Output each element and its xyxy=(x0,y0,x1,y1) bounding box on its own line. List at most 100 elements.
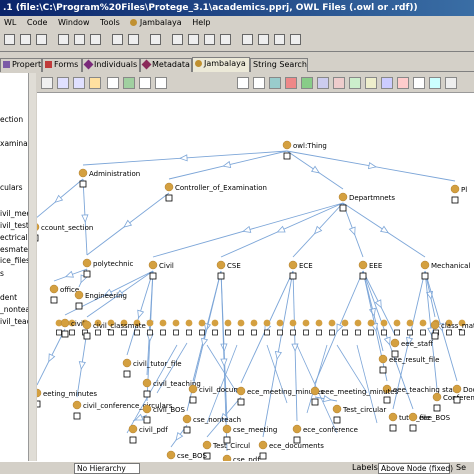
class-node[interactable]: civil_docum xyxy=(188,384,240,404)
node-handle[interactable] xyxy=(95,329,101,336)
node-dot[interactable] xyxy=(332,404,342,414)
class-tree-scrollbar[interactable] xyxy=(28,73,36,461)
tool-icon[interactable] xyxy=(290,34,301,45)
node-dot[interactable] xyxy=(282,140,292,150)
layout-icon[interactable] xyxy=(107,77,119,89)
arrange-icon[interactable] xyxy=(365,77,377,89)
class-node[interactable] xyxy=(367,319,375,327)
find-icon[interactable] xyxy=(150,34,161,45)
node-handle[interactable] xyxy=(420,329,426,336)
node-dot[interactable] xyxy=(164,182,174,192)
node-dot[interactable] xyxy=(142,378,152,388)
class-node[interactable] xyxy=(315,319,323,327)
tree-item[interactable]: _nontea xyxy=(0,305,30,314)
node-dot[interactable] xyxy=(432,392,442,402)
new-project-icon[interactable] xyxy=(4,34,15,45)
class-node[interactable]: office xyxy=(49,284,79,304)
node-handle[interactable] xyxy=(143,416,151,424)
zoom-in-icon[interactable] xyxy=(139,77,151,89)
class-node[interactable]: Pl xyxy=(450,184,467,204)
paste-icon[interactable] xyxy=(90,34,101,45)
node-handle[interactable] xyxy=(431,332,439,340)
node-handle[interactable] xyxy=(83,332,91,340)
node-handle[interactable] xyxy=(303,329,309,336)
node-handle[interactable] xyxy=(129,436,137,444)
node-handle[interactable] xyxy=(143,390,151,398)
node-dot[interactable] xyxy=(72,400,82,410)
class-node[interactable] xyxy=(380,319,388,327)
config-icon[interactable] xyxy=(274,34,285,45)
node-handle[interactable] xyxy=(433,404,441,412)
node-dot[interactable] xyxy=(236,386,246,396)
node-handle[interactable] xyxy=(108,329,114,336)
node-dot[interactable] xyxy=(182,414,192,424)
node-dot[interactable] xyxy=(78,168,88,178)
node-handle[interactable] xyxy=(368,329,374,336)
text-icon[interactable] xyxy=(445,77,457,89)
cut-icon[interactable] xyxy=(58,34,69,45)
node-handle[interactable] xyxy=(186,329,192,336)
undo-icon[interactable] xyxy=(112,34,123,45)
class-node[interactable]: CSE xyxy=(216,260,241,280)
node-handle[interactable] xyxy=(134,329,140,336)
class-node[interactable]: cse_meeting xyxy=(222,424,277,444)
node-dot[interactable] xyxy=(388,412,398,422)
node-dot[interactable] xyxy=(310,386,320,396)
node-handle[interactable] xyxy=(37,400,41,408)
tab-individuals[interactable]: Individuals xyxy=(82,58,140,72)
reasoner-icon[interactable] xyxy=(172,34,183,45)
node-dot[interactable] xyxy=(148,260,158,270)
node-handle[interactable] xyxy=(355,329,361,336)
node-handle[interactable] xyxy=(212,329,218,336)
class-node[interactable]: EEE xyxy=(358,260,382,280)
class-node[interactable]: ccount_section xyxy=(37,223,93,242)
node-handle[interactable] xyxy=(237,398,245,406)
class-node[interactable] xyxy=(419,319,427,327)
node-dot[interactable] xyxy=(288,260,298,270)
node-dot[interactable] xyxy=(122,358,132,368)
class-node[interactable]: eee_result_file xyxy=(378,354,439,374)
node-handle[interactable] xyxy=(283,152,291,160)
class-node[interactable] xyxy=(198,319,206,327)
node-dot[interactable] xyxy=(37,223,40,231)
node-handle[interactable] xyxy=(123,370,131,378)
node-dot[interactable] xyxy=(420,260,430,270)
node-handle[interactable] xyxy=(451,196,459,204)
class-node[interactable] xyxy=(224,319,232,327)
class-node[interactable] xyxy=(172,319,180,327)
snapshot-icon[interactable] xyxy=(413,77,425,89)
node-dot[interactable] xyxy=(292,424,302,434)
tree-item[interactable]: ice_files xyxy=(0,256,30,265)
grid-layout-icon[interactable] xyxy=(269,77,281,89)
node-dot[interactable] xyxy=(378,354,388,364)
node-handle[interactable] xyxy=(183,426,191,434)
node-handle[interactable] xyxy=(83,270,91,278)
class-node[interactable] xyxy=(146,319,154,327)
class-node[interactable]: civil_pdf xyxy=(128,424,168,444)
node-dot[interactable] xyxy=(216,260,226,270)
class-node[interactable]: Departmnets xyxy=(338,192,395,212)
forward-icon[interactable] xyxy=(73,77,85,89)
horizontal-icon[interactable] xyxy=(317,77,329,89)
menu-help[interactable]: Help xyxy=(188,16,214,30)
node-handle[interactable] xyxy=(277,329,283,336)
ontology-graph[interactable]: owl:Thing Administration Controller_of_Exa… xyxy=(37,93,474,461)
node-dot[interactable] xyxy=(82,258,92,268)
fit-icon[interactable] xyxy=(349,77,361,89)
node-handle[interactable] xyxy=(339,204,347,212)
class-node[interactable]: eee_BOS xyxy=(408,412,451,432)
show-icon[interactable] xyxy=(381,77,393,89)
class-node[interactable] xyxy=(393,319,401,327)
menu-tools[interactable]: Tools xyxy=(96,16,124,30)
class-node[interactable]: Mechanical xyxy=(420,260,470,280)
tab-jambalaya[interactable]: Jambalaya xyxy=(192,57,250,72)
node-handle[interactable] xyxy=(251,329,257,336)
class-node[interactable] xyxy=(406,319,414,327)
node-handle[interactable] xyxy=(409,424,417,432)
node-handle[interactable] xyxy=(311,398,319,406)
node-handle[interactable] xyxy=(173,329,179,336)
class-node[interactable]: civil_BOS xyxy=(142,404,186,424)
labels-select[interactable]: Above Node (fixed) xyxy=(378,463,453,474)
class-node[interactable] xyxy=(263,319,271,327)
node-handle[interactable] xyxy=(290,329,296,336)
